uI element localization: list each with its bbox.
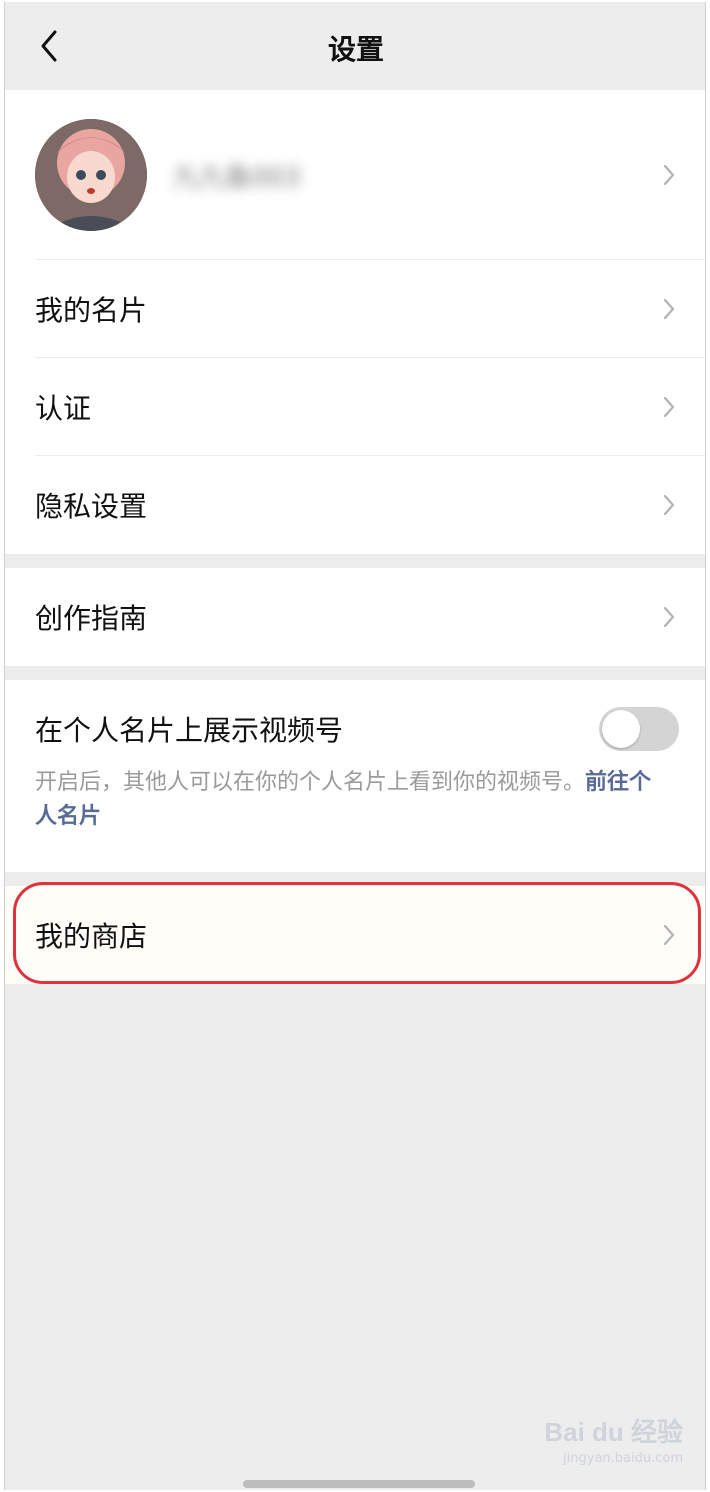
menu-item-my-store[interactable]: 我的商店 [5,886,705,984]
home-indicator[interactable] [243,1480,475,1488]
account-group: 九九鱼003 我的名片 认证 隐私设置 [5,90,705,554]
baidu-jingyan-watermark: Bai du 经验 jingyan.baidu.com [544,1417,683,1466]
channel-toggle-description: 开启后，其他人可以在你的个人名片上看到你的视频号。前往个人名片 [35,770,652,829]
menu-item-label: 我的名片 [35,294,148,327]
chevron-right-icon [659,294,679,324]
settings-screen: 设置 九九鱼003 我的名片 认证 隐私设置 创作指南 在个人名片上展示视频号 … [4,2,706,1490]
chevron-right-icon [659,602,679,632]
channel-toggle-title: 在个人名片上展示视频号 [35,714,344,747]
menu-item-privacy-settings[interactable]: 隐私设置 [5,456,705,554]
menu-item-label: 认证 [35,392,92,425]
chevron-right-icon [659,490,679,520]
chevron-right-icon [659,160,679,190]
creator-group: 创作指南 [5,568,705,666]
menu-item-label: 创作指南 [35,602,148,635]
menu-item-label: 隐私设置 [35,490,148,523]
menu-item-verification[interactable]: 认证 [5,358,705,456]
avatar [35,119,147,231]
store-group: 我的商店 [5,886,705,984]
channel-toggle-switch[interactable] [599,707,679,751]
channel-toggle-group: 在个人名片上展示视频号 开启后，其他人可以在你的个人名片上看到你的视频号。前往个… [5,680,705,872]
nickname-blurred: 九九鱼003 [173,162,301,193]
toggle-knob [602,710,640,748]
menu-item-business-card[interactable]: 我的名片 [5,260,705,358]
profile-row[interactable]: 九九鱼003 [5,90,705,260]
menu-item-label: 我的商店 [35,920,148,953]
page-title: 设置 [327,33,384,66]
menu-item-creator-guide[interactable]: 创作指南 [5,568,705,666]
navigation-bar: 设置 [5,2,705,90]
chevron-right-icon [659,392,679,422]
chevron-right-icon [659,920,679,950]
